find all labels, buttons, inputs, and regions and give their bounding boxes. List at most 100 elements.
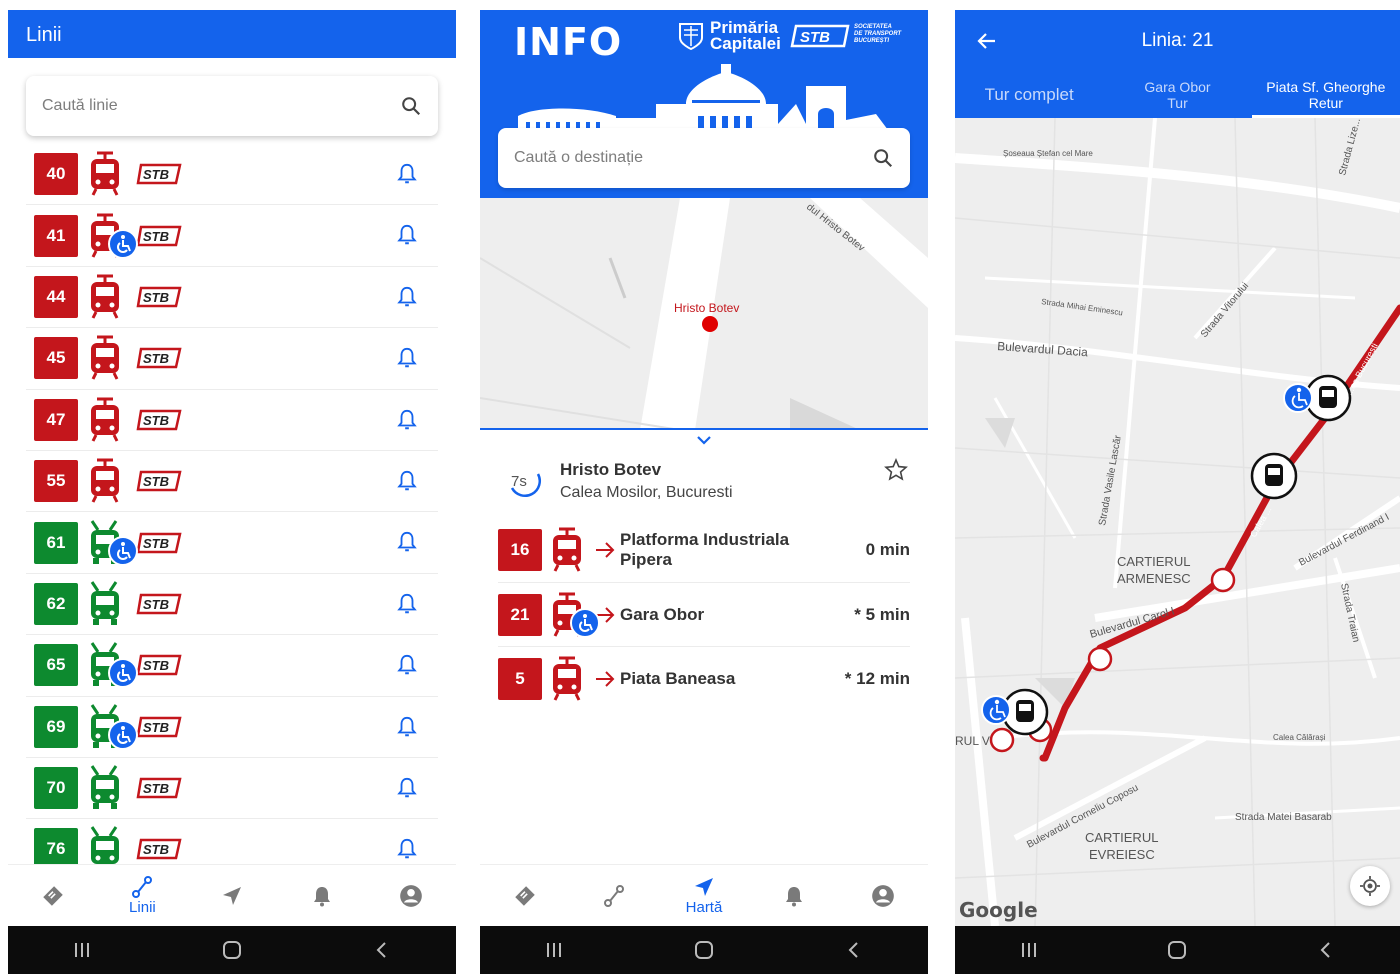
bell-outline-icon[interactable] <box>396 776 418 800</box>
nav-lines[interactable]: Linii <box>112 875 172 916</box>
wheelchair-icon <box>117 234 131 253</box>
my-location-button[interactable] <box>1350 866 1390 906</box>
nav-lines[interactable] <box>584 884 644 908</box>
wheelchair-icon <box>117 664 131 683</box>
nav-map[interactable]: Hartă <box>674 875 734 916</box>
page-title: Linii <box>26 24 62 46</box>
stb-logo: STB <box>136 286 182 308</box>
route-stop-circle[interactable] <box>1210 567 1236 593</box>
vehicle-type <box>550 527 584 573</box>
svg-text:STB: STB <box>143 597 169 612</box>
bell-outline-icon[interactable] <box>396 469 418 493</box>
bell-outline-icon[interactable] <box>396 408 418 432</box>
recent-apps-icon[interactable] <box>544 940 564 960</box>
district-label: CARTIERUL <box>1085 830 1158 845</box>
route-stop-circle[interactable] <box>1087 646 1113 672</box>
recent-apps-icon[interactable] <box>72 940 92 960</box>
google-logo: Google <box>959 898 1038 922</box>
arrival-row[interactable]: 16 Platforma Industriala Pipera 0 min <box>498 518 910 582</box>
line-search-input[interactable] <box>42 97 400 115</box>
back-icon[interactable] <box>844 940 864 960</box>
svg-text:STB: STB <box>143 229 169 244</box>
nav-notifications[interactable] <box>764 884 824 908</box>
vehicle-marker[interactable] <box>1250 452 1298 500</box>
app-bar: Linii <box>8 10 456 58</box>
arrival-row[interactable]: 21 Gara Obor * 5 min <box>498 582 910 646</box>
recent-apps-icon[interactable] <box>1019 940 1039 960</box>
nav-tickets[interactable] <box>495 883 555 909</box>
bell-outline-icon[interactable] <box>396 653 418 677</box>
accessible-badge <box>108 719 138 750</box>
line-row[interactable]: 40 STB <box>26 144 438 206</box>
line-row[interactable]: 62 STB <box>26 574 438 636</box>
nav-account[interactable] <box>853 883 913 909</box>
back-icon[interactable] <box>372 940 392 960</box>
line-row[interactable]: 47 STB <box>26 390 438 451</box>
line-search-box[interactable] <box>26 76 438 136</box>
bell-outline-icon[interactable] <box>396 837 418 861</box>
line-row[interactable]: 69 STB <box>26 697 438 758</box>
svg-text:STB: STB <box>143 720 169 735</box>
direction-tabs: Tur complet Gara Obor Tur Piata Sf. Gheor… <box>955 72 1400 118</box>
line-number-badge: 62 <box>34 582 78 625</box>
svg-text:STB: STB <box>143 842 169 857</box>
map-street-label: Șoseaua Ștefan cel Mare <box>1003 149 1093 158</box>
search-icon[interactable] <box>872 147 894 169</box>
nav-tickets[interactable] <box>23 883 83 909</box>
bell-outline-icon[interactable] <box>396 530 418 554</box>
line-row[interactable]: 61 STB <box>26 512 438 574</box>
vehicle-type <box>550 592 600 638</box>
nav-map[interactable] <box>202 884 262 908</box>
destination-search-input[interactable] <box>514 149 872 167</box>
route-map[interactable]: Șoseaua Ștefan cel Mare Strada Lize... S… <box>955 118 1400 926</box>
accessible-badge <box>108 228 138 259</box>
bell-outline-icon[interactable] <box>396 162 418 186</box>
line-row[interactable]: 45 STB <box>26 328 438 390</box>
vehicle-type <box>88 581 122 627</box>
map-street-label: Strada Matei Basarab <box>1235 812 1332 823</box>
stop-card[interactable]: 7s Hristo Botev Calea Mosilor, Bucuresti <box>480 434 928 510</box>
map-street-label: RUL V <box>955 734 990 748</box>
bell-outline-icon[interactable] <box>396 285 418 309</box>
tab-outbound[interactable]: Gara Obor Tur <box>1103 72 1251 118</box>
nav-notifications[interactable] <box>292 884 352 908</box>
bell-outline-icon[interactable] <box>396 223 418 247</box>
bell-outline-icon[interactable] <box>396 346 418 370</box>
home-icon[interactable] <box>221 939 243 961</box>
account-icon <box>400 884 423 907</box>
system-nav-bar <box>955 926 1400 974</box>
line-row[interactable]: 65 STB <box>26 635 438 697</box>
bell-outline-icon[interactable] <box>396 715 418 739</box>
svg-text:STB: STB <box>800 29 830 46</box>
line-number-badge: 40 <box>34 153 78 196</box>
line-row[interactable]: 55 STB <box>26 451 438 513</box>
nav-account[interactable] <box>381 883 441 909</box>
tab-return[interactable]: Piata Sf. Gheorghe Retur <box>1251 72 1400 118</box>
bell-icon <box>313 886 330 906</box>
district-label: CARTIERUL <box>1117 554 1190 569</box>
line-row[interactable]: 44 STB <box>26 267 438 329</box>
route-stop-circle[interactable] <box>989 727 1015 753</box>
home-icon[interactable] <box>1166 939 1188 961</box>
stop-marker[interactable] <box>702 316 718 332</box>
map-stop-label: Hristo Botev <box>674 301 739 315</box>
stb-logo: STB <box>136 593 182 615</box>
line-row[interactable]: 41 STB <box>26 205 438 267</box>
vehicle-type <box>550 656 584 702</box>
bell-outline-icon[interactable] <box>396 592 418 616</box>
line-number-badge: 55 <box>34 460 78 503</box>
tab-full-route[interactable]: Tur complet <box>955 72 1103 118</box>
destination-search-box[interactable] <box>498 128 910 188</box>
map-view[interactable]: dul Hristo Botev Hristo Botev <box>480 198 928 430</box>
line-row[interactable]: 70 STB <box>26 758 438 820</box>
search-icon[interactable] <box>400 95 422 117</box>
tram-icon <box>91 274 119 319</box>
vehicle-type <box>88 397 122 443</box>
bottom-nav: Hartă <box>480 864 928 926</box>
home-icon[interactable] <box>693 939 715 961</box>
arrival-row[interactable]: 5 Piata Baneasa * 12 min <box>498 646 910 710</box>
stb-logo: STB <box>136 409 182 430</box>
back-icon[interactable] <box>1316 940 1336 960</box>
star-icon[interactable] <box>884 458 908 482</box>
accessible-badge <box>108 535 138 566</box>
